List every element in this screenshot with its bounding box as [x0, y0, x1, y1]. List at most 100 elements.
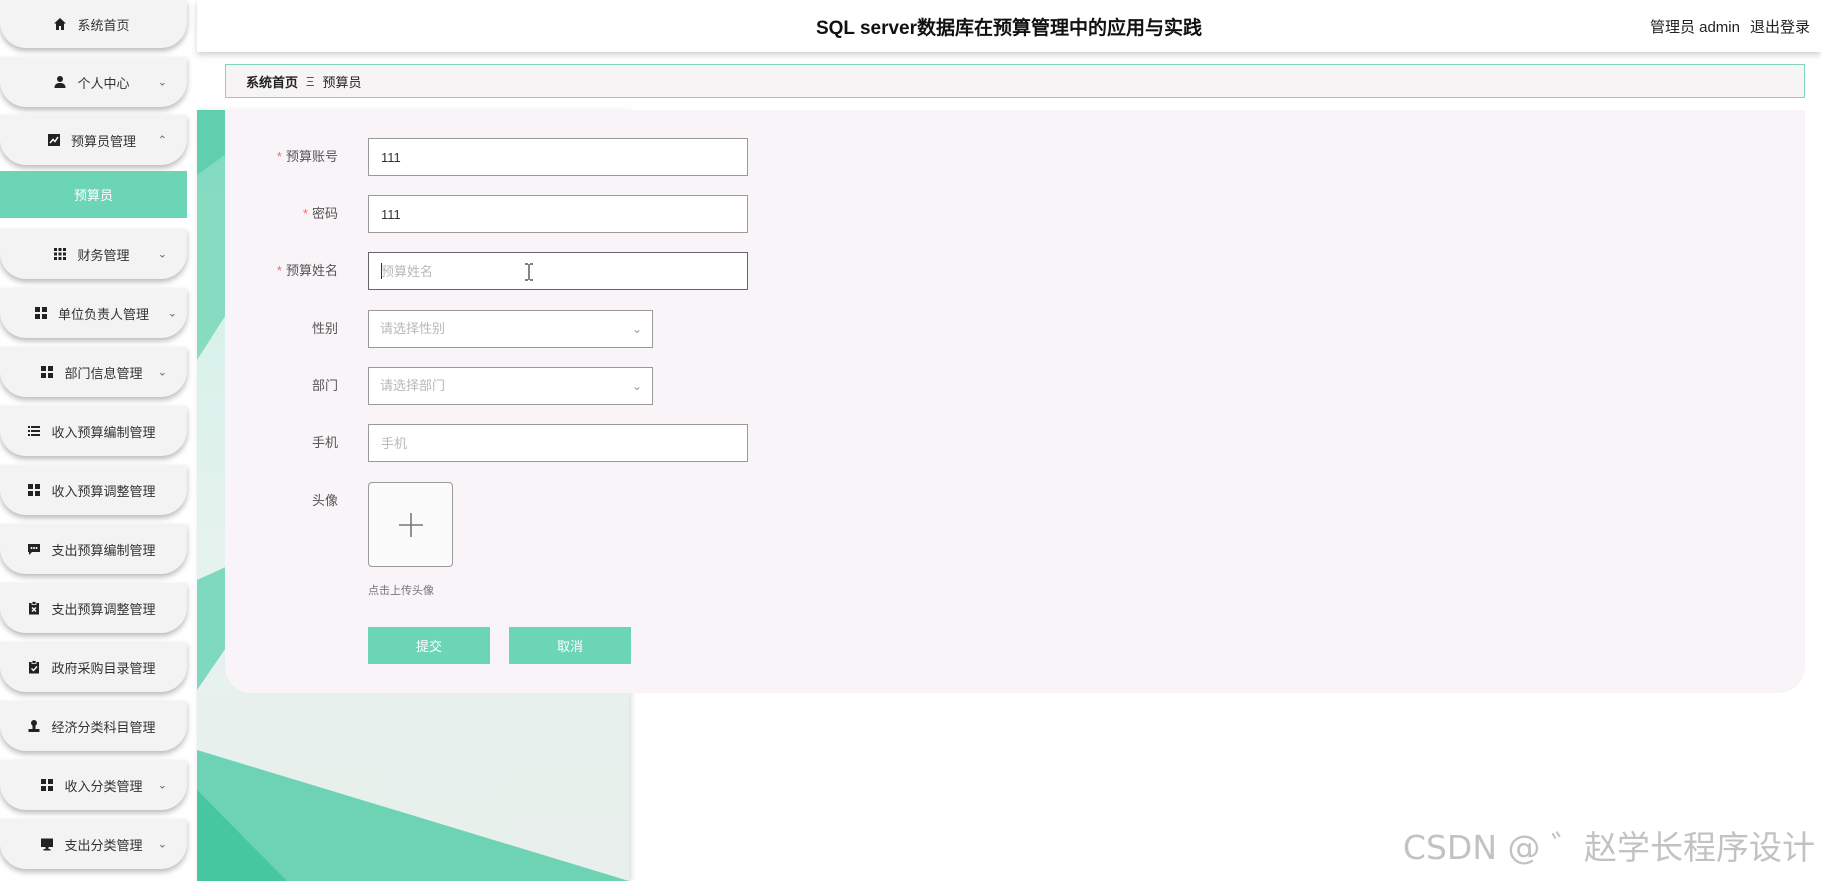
gender-label: 性别: [311, 321, 338, 336]
account-label: * 预算账号: [225, 138, 338, 176]
chevron-down-icon: ⌄: [157, 76, 167, 89]
sidebar-item-expense-budget-compile[interactable]: 支出预算编制管理: [0, 524, 187, 574]
account-label-text: 预算账号: [285, 149, 338, 164]
sidebar-item-label: 收入分类管理: [64, 778, 143, 794]
clipboard-x-icon: [27, 601, 41, 615]
sidebar-item-budget-staff[interactable]: 预算员管理 ⌃: [0, 115, 187, 165]
sidebar-item-label: 收入预算编制管理: [51, 424, 156, 440]
apps-icon: [27, 483, 41, 497]
chevron-up-icon: ⌃: [157, 134, 167, 147]
sidebar-item-income-budget-compile[interactable]: 收入预算编制管理: [0, 406, 187, 456]
gender-select-placeholder: 请选择性别: [380, 321, 446, 336]
name-label-text: 预算姓名: [285, 263, 338, 278]
apps-icon: [34, 306, 48, 320]
apps-icon: [40, 365, 54, 379]
sidebar-item-label: 收入预算调整管理: [51, 483, 156, 499]
sidebar-item-label: 政府采购目录管理: [51, 660, 156, 676]
account-input[interactable]: [368, 138, 748, 176]
breadcrumb-separator: Ξ: [306, 73, 315, 89]
sidebar-subitem-label: 预算员: [73, 188, 113, 203]
sidebar-item-income-category[interactable]: 收入分类管理 ⌄: [0, 760, 187, 810]
submit-button[interactable]: 提交: [368, 627, 490, 664]
password-label: * 密码: [225, 195, 338, 233]
chat-icon: [27, 542, 41, 556]
sidebar-item-income-budget-adjust[interactable]: 收入预算调整管理: [0, 465, 187, 515]
monitor-icon: [40, 837, 54, 851]
grid-icon: [53, 247, 67, 261]
name-input[interactable]: [368, 252, 748, 290]
form-row-avatar: 头像 点击上传头像: [225, 482, 1025, 602]
password-input[interactable]: [368, 195, 748, 233]
home-icon: [53, 17, 67, 31]
sidebar-item-label: 支出预算调整管理: [51, 601, 156, 617]
sidebar-item-label: 系统首页: [77, 17, 130, 33]
sidebar-item-label: 个人中心: [77, 75, 130, 91]
apps-icon: [40, 778, 54, 792]
sidebar-item-department[interactable]: 部门信息管理 ⌄: [0, 347, 187, 397]
department-select[interactable]: 请选择部门 ⌄: [368, 367, 653, 405]
form-row-name: * 预算姓名: [225, 252, 1025, 290]
sidebar-item-label: 经济分类科目管理: [51, 719, 156, 735]
chart-icon: [47, 133, 61, 147]
sidebar-item-expense-budget-adjust[interactable]: 支出预算调整管理: [0, 583, 187, 633]
sidebar-subitem-budget-staff[interactable]: 预算员: [0, 171, 187, 218]
clipboard-check-icon: [27, 660, 41, 674]
cancel-button[interactable]: 取消: [509, 627, 631, 664]
chevron-down-icon: ⌄: [167, 307, 177, 320]
password-label-text: 密码: [311, 206, 338, 221]
breadcrumb: 系统首页 Ξ 预算员: [225, 64, 1805, 98]
page-title: SQL server数据库在预算管理中的应用与实践: [815, 18, 1203, 39]
sidebar-item-label: 部门信息管理: [64, 365, 143, 381]
form-row-phone: 手机: [225, 424, 1025, 462]
watermark: CSDN @ ゛赵学长程序设计: [1402, 828, 1815, 867]
sidebar-item-label: 预算员管理: [70, 133, 136, 149]
phone-input[interactable]: [368, 424, 748, 462]
sidebar-item-economic-category[interactable]: 经济分类科目管理: [0, 701, 187, 751]
sidebar-item-personal-center[interactable]: 个人中心 ⌄: [0, 57, 187, 107]
required-mark: *: [302, 206, 308, 221]
stamp-icon: [27, 719, 41, 733]
person-icon: [53, 75, 67, 89]
user-area: 管理员 admin 退出登录: [1640, 16, 1810, 37]
sidebar-item-label: 支出分类管理: [64, 837, 143, 853]
breadcrumb-home[interactable]: 系统首页: [246, 72, 298, 91]
sidebar-item-gov-procurement[interactable]: 政府采购目录管理: [0, 642, 187, 692]
list-icon: [27, 424, 41, 438]
avatar-upload-button[interactable]: [368, 482, 453, 567]
chevron-down-icon: ⌄: [157, 248, 167, 261]
form-row-department: 部门 请选择部门 ⌄: [225, 367, 1025, 405]
top-header: SQL server数据库在预算管理中的应用与实践 管理员 admin 退出登录: [197, 0, 1821, 52]
sidebar: 系统首页 个人中心 ⌄ 预算员管理 ⌃ 预算员 财务管理 ⌄ 单位负责人管理 ⌄: [0, 0, 187, 881]
required-mark: *: [276, 149, 282, 164]
sidebar-item-label: 单位负责人管理: [57, 306, 149, 322]
plus-icon: [398, 512, 423, 537]
gender-select[interactable]: 请选择性别 ⌄: [368, 310, 653, 348]
form-row-password: * 密码: [225, 195, 1025, 233]
user-role: 管理员 admin: [1649, 19, 1740, 36]
form-row-actions: 提交 取消: [225, 627, 1025, 664]
name-label: * 预算姓名: [225, 252, 338, 290]
sidebar-item-home[interactable]: 系统首页: [0, 0, 187, 48]
chevron-down-icon: ⌄: [631, 379, 642, 393]
breadcrumb-current: 预算员: [322, 74, 362, 90]
phone-label: 手机: [311, 435, 338, 450]
sidebar-item-label: 支出预算编制管理: [51, 542, 156, 558]
chevron-down-icon: ⌄: [631, 322, 642, 336]
department-label: 部门: [311, 378, 338, 393]
avatar-upload-tip: 点击上传头像: [368, 585, 434, 597]
text-caret: [381, 263, 382, 279]
avatar-label: 头像: [311, 493, 338, 508]
form-row-account: * 预算账号: [225, 138, 1025, 176]
chevron-down-icon: ⌄: [157, 838, 167, 851]
sidebar-item-label: 财务管理: [77, 247, 130, 263]
logout-link[interactable]: 退出登录: [1750, 19, 1810, 36]
form-panel: *预算账号 *密码 *预算姓名 性别 请选择性别 ⌄ 部门 请选择部门 ⌄ 手机…: [225, 110, 1805, 693]
sidebar-item-finance[interactable]: 财务管理 ⌄: [0, 229, 187, 279]
sidebar-item-expense-category[interactable]: 支出分类管理 ⌄: [0, 819, 187, 869]
chevron-down-icon: ⌄: [157, 779, 167, 792]
sidebar-item-unit-leader[interactable]: 单位负责人管理 ⌄: [0, 288, 187, 338]
form-row-gender: 性别 请选择性别 ⌄: [225, 310, 1025, 348]
required-mark: *: [276, 263, 282, 278]
text-cursor-icon: [525, 263, 533, 281]
department-select-placeholder: 请选择部门: [380, 378, 446, 393]
